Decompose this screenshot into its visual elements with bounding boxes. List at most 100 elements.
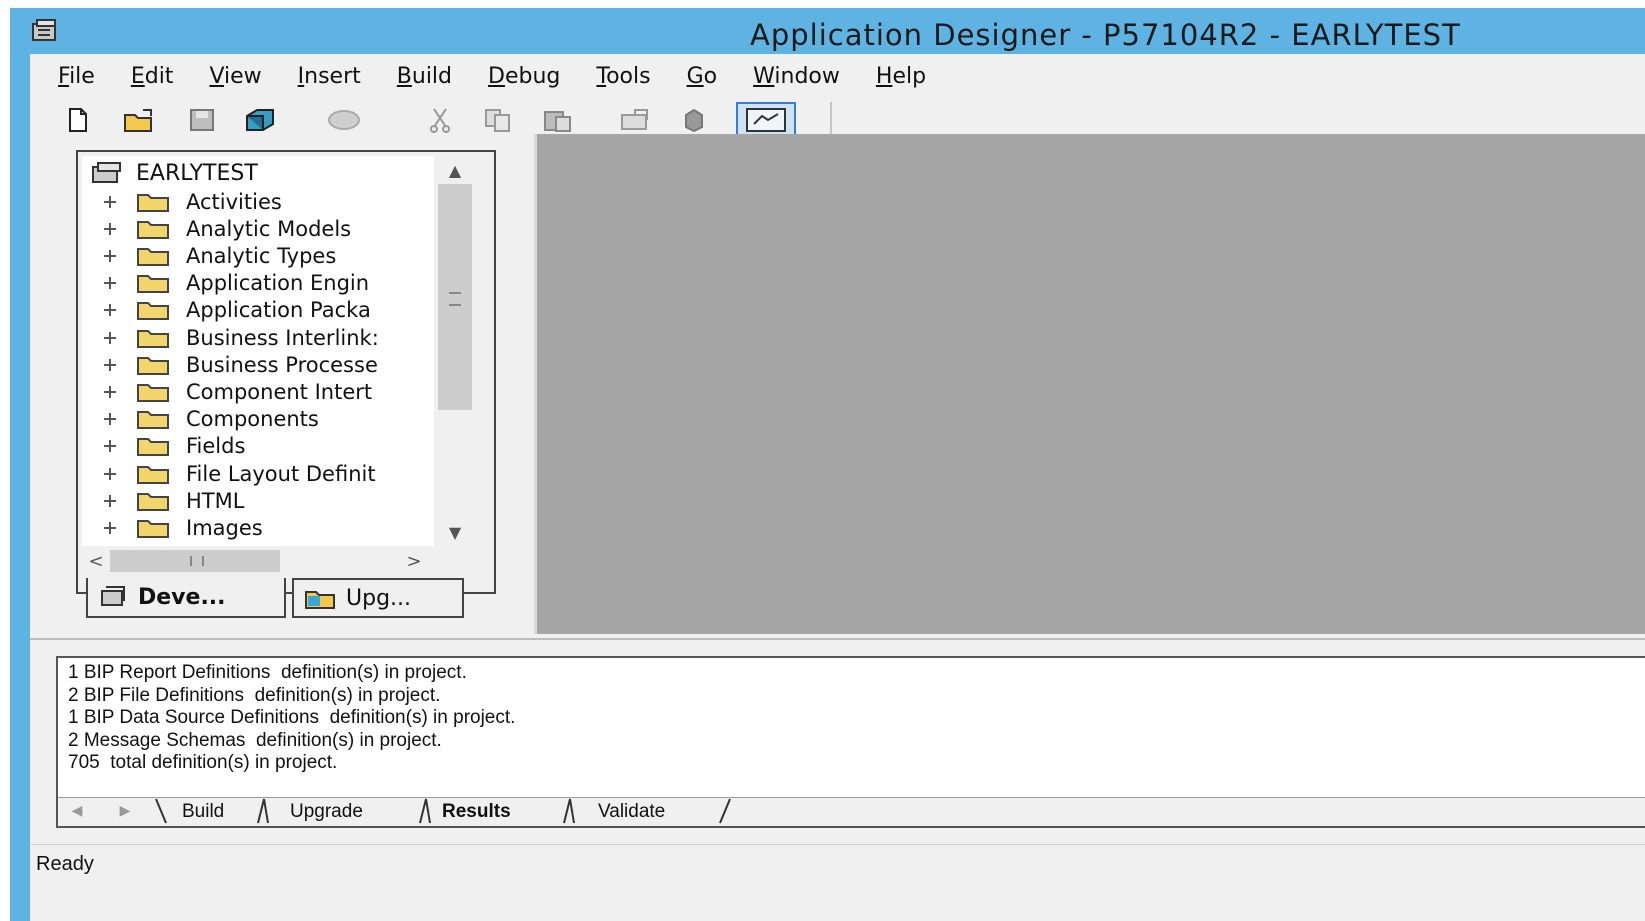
project-icon — [92, 162, 121, 183]
save-all-icon[interactable] — [242, 104, 278, 136]
expand-icon[interactable] — [102, 330, 118, 346]
expand-icon[interactable] — [102, 384, 118, 400]
expand-icon[interactable] — [102, 466, 118, 482]
output-line: 1 BIP Report Definitions definition(s) i… — [68, 662, 467, 683]
tree-item-label: Component Intert — [186, 379, 373, 404]
project-panel-tabs: Deve... Upg... — [86, 578, 506, 622]
tree-item[interactable]: HTML — [102, 487, 244, 514]
folder-icon — [137, 356, 169, 375]
folder-icon — [137, 492, 169, 511]
tab-results[interactable]: Results — [442, 800, 511, 824]
tab-scroll-left-icon[interactable]: ◀ — [64, 800, 90, 822]
tree-item-label: Analytic Models — [186, 216, 352, 241]
window-title: Application Designer - P57104R2 - EARLYT… — [750, 18, 1461, 52]
build-icon[interactable] — [676, 104, 712, 136]
pane-splitter[interactable] — [30, 638, 1645, 640]
save-icon[interactable] — [184, 104, 220, 136]
menu-file[interactable]: File — [30, 60, 113, 94]
expand-icon[interactable] — [102, 493, 118, 509]
menu-go[interactable]: Go — [669, 60, 736, 94]
tree-root[interactable]: EARLYTEST — [90, 160, 258, 186]
open-icon[interactable] — [122, 104, 158, 136]
tree-item-label: Fields — [186, 434, 246, 459]
output-line: 2 BIP File Definitions definition(s) in … — [68, 684, 441, 706]
copy-icon[interactable] — [480, 104, 516, 136]
tree-item-label: Activities — [186, 189, 282, 214]
paste-icon[interactable] — [540, 104, 576, 136]
tab-upgrade[interactable]: Upg... — [292, 578, 464, 618]
tree-item[interactable]: Component Intert — [102, 378, 372, 405]
expand-icon[interactable] — [102, 248, 118, 264]
tree-item[interactable]: Images — [102, 514, 263, 541]
expand-icon[interactable] — [102, 520, 118, 536]
menu-debug[interactable]: Debug — [470, 60, 578, 94]
menu-help[interactable]: Help — [858, 60, 944, 94]
tree-item[interactable]: Business Interlink: — [102, 324, 379, 351]
workspace-area[interactable] — [534, 134, 1645, 634]
folder-icon — [137, 275, 169, 294]
tree-item-label: Components — [186, 407, 319, 432]
new-icon[interactable] — [60, 104, 96, 136]
expand-icon[interactable] — [102, 275, 118, 291]
folder-icon — [137, 465, 169, 484]
tab-build[interactable]: Build — [182, 800, 224, 824]
tree-item[interactable]: Analytic Types — [102, 242, 336, 269]
tree-item[interactable]: Components — [102, 406, 319, 433]
tree-item[interactable]: Application Packa — [102, 297, 371, 324]
folder-icon — [137, 220, 169, 239]
menu-insert[interactable]: Insert — [280, 60, 379, 94]
tree-item[interactable]: Fields — [102, 433, 245, 460]
tab-upgrade-output[interactable]: Upgrade — [290, 800, 363, 824]
project-workspace-icon[interactable] — [736, 102, 796, 138]
tree-item[interactable]: Activities — [102, 188, 282, 215]
scroll-thumb[interactable] — [438, 184, 472, 410]
expand-icon[interactable] — [102, 221, 118, 237]
tree-root-label: EARLYTEST — [136, 160, 258, 186]
folder-icon — [137, 193, 169, 212]
menu-window[interactable]: Window — [735, 60, 858, 94]
tree-vertical-scrollbar[interactable]: ▲ ▼ — [434, 156, 476, 546]
tree-item-label: File Layout Definit — [186, 461, 376, 486]
output-line: 2 Message Schemas definition(s) in proje… — [68, 729, 442, 751]
menu-view[interactable]: View — [191, 60, 279, 94]
application-window: Application Designer - P57104R2 - EARLYT… — [10, 8, 1645, 921]
folder-icon — [137, 302, 169, 321]
cut-icon[interactable] — [422, 104, 458, 136]
output-text: 1 BIP Report Definitions definition(s) i… — [68, 662, 515, 775]
tree-item[interactable]: Business Processe — [102, 351, 378, 378]
title-bar[interactable]: Application Designer - P57104R2 - EARLYT… — [10, 8, 1645, 54]
expand-icon[interactable] — [102, 302, 118, 318]
scroll-down-icon[interactable]: ▼ — [434, 518, 476, 546]
menu-tools[interactable]: Tools — [578, 60, 668, 94]
expand-icon[interactable] — [102, 438, 118, 454]
tree-horizontal-scrollbar[interactable]: < > — [82, 546, 434, 576]
tree-item-label: Images — [186, 515, 263, 540]
tab-development[interactable]: Deve... — [86, 578, 286, 618]
menu-build[interactable]: Build — [379, 60, 470, 94]
find-icon[interactable] — [618, 104, 654, 136]
scroll-left-icon[interactable]: < — [82, 546, 110, 576]
tree-item-label: Business Processe — [186, 352, 378, 377]
tab-validate[interactable]: Validate — [598, 800, 665, 824]
tree-item-label: Analytic Types — [186, 243, 337, 268]
expand-icon[interactable] — [102, 411, 118, 427]
tree-item[interactable]: Application Engin — [102, 270, 369, 297]
expand-icon[interactable] — [102, 194, 118, 210]
output-line: 1 BIP Data Source Definitions definition… — [68, 707, 516, 728]
folder-icon — [137, 383, 169, 402]
output-tab-bar: ◀ ▶ Build Upgrade Results Validate — [58, 797, 1645, 826]
menu-bar: File Edit View Insert Build Debug Tools … — [30, 60, 944, 94]
tab-scroll-right-icon[interactable]: ▶ — [112, 800, 138, 822]
tab-development-label: Deve... — [138, 584, 226, 610]
horizontal-scroll-thumb[interactable] — [110, 550, 280, 572]
tree-item[interactable]: Analytic Models — [102, 215, 351, 242]
expand-icon[interactable] — [102, 357, 118, 373]
app-icon[interactable] — [30, 18, 60, 44]
tree-item[interactable]: File Layout Definit — [102, 460, 376, 487]
scroll-right-icon[interactable]: > — [400, 546, 428, 576]
status-bar: Ready — [30, 844, 1645, 885]
tree-item-label: Application Packa — [186, 298, 371, 323]
menu-edit[interactable]: Edit — [113, 60, 192, 94]
project-tree[interactable]: EARLYTEST Activities Analytic Models Analy… — [82, 156, 434, 546]
scroll-up-icon[interactable]: ▲ — [434, 156, 476, 184]
